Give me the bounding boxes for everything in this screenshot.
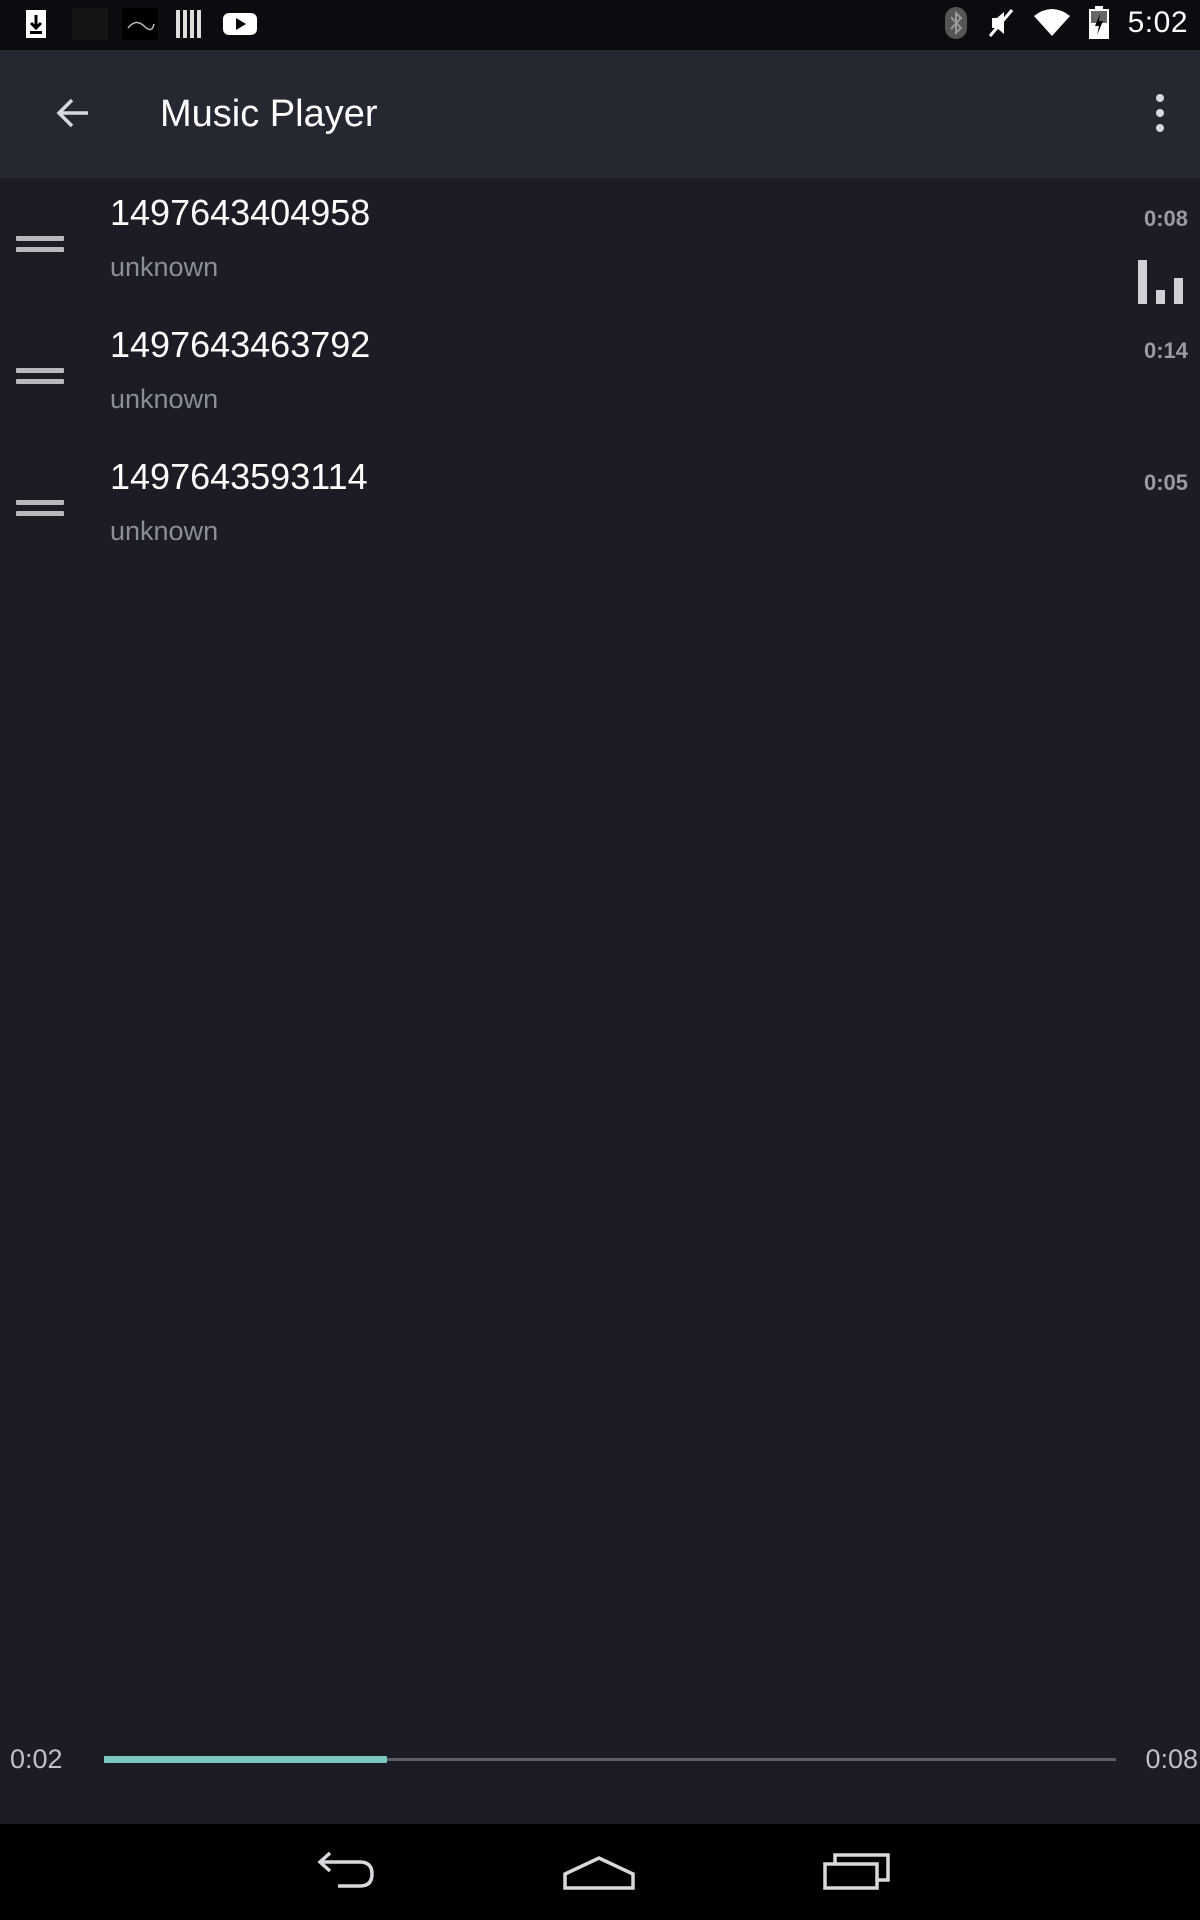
download-icon [26,10,46,38]
play-queue: 1497643404958 unknown 0:08 1497643463792… [0,178,1200,574]
drag-handle-icon[interactable] [16,364,64,388]
arrow-back-icon[interactable] [48,88,98,138]
drag-handle-icon[interactable] [16,496,64,520]
battery-charging-icon [1088,6,1109,39]
song-duration: 0:05 [1143,470,1188,495]
song-duration: 0:08 [1143,206,1188,231]
notification-thumbnail-icon [122,8,158,40]
page-title: Music Player [160,93,378,135]
recents-icon[interactable] [822,1844,892,1900]
wifi-icon [1033,9,1070,36]
song-artist: unknown [110,252,219,282]
song-title: 1497643404958 [110,192,371,233]
seek-bar[interactable] [104,1756,1116,1763]
bluetooth-icon [944,7,967,39]
more-vert-icon[interactable] [1150,88,1170,138]
song-duration: 0:14 [1143,338,1188,363]
total-time: 0:08 [1145,1744,1198,1774]
queue-row[interactable]: 1497643593114 unknown 0:05 [0,442,1200,574]
mute-icon [988,9,1013,37]
seek-bar-progress [104,1756,388,1763]
clock: 5:02 [1127,6,1188,39]
back-icon[interactable] [308,1844,380,1900]
youtube-icon [223,13,257,35]
home-icon[interactable] [562,1844,636,1900]
status-bar: 5:02 [0,0,1200,50]
notification-thumbnail-icon [72,8,108,40]
song-title: 1497643463792 [110,324,371,365]
barcode-icon [176,10,201,38]
drag-handle-icon[interactable] [16,232,64,256]
app-bar: Music Player [0,50,1200,178]
now-playing-equalizer-icon [1138,260,1183,304]
queue-row[interactable]: 1497643463792 unknown 0:14 [0,310,1200,442]
song-title: 1497643593114 [110,456,368,497]
elapsed-time: 0:02 [10,1744,63,1774]
navigation-bar [0,1824,1200,1920]
queue-row[interactable]: 1497643404958 unknown 0:08 [0,178,1200,310]
song-artist: unknown [110,516,219,546]
song-artist: unknown [110,384,219,414]
